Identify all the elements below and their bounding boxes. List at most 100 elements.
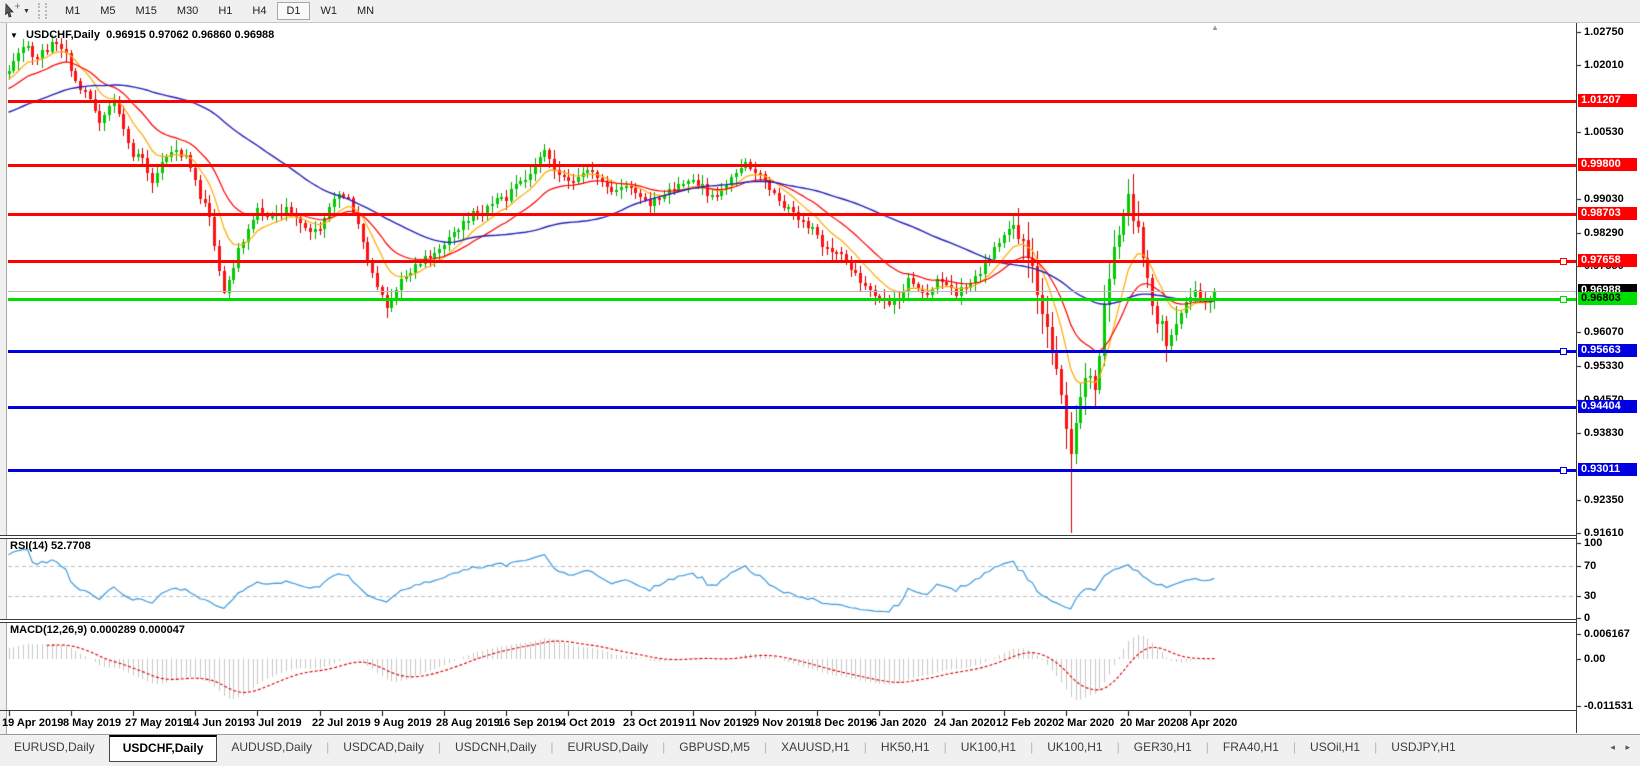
date-tick-label: 9 Aug 2019 [374, 717, 432, 729]
tab-uk100-h1[interactable]: UK100,H1 [1033, 735, 1116, 760]
timeframe-h4[interactable]: H4 [243, 2, 275, 20]
tab-usdcnh-daily[interactable]: USDCNH,Daily [441, 735, 550, 760]
resistance-line-1.01207[interactable] [8, 100, 1576, 103]
resistance-line-0.97658[interactable] [8, 258, 1576, 265]
timeframe-d1[interactable]: D1 [277, 2, 310, 20]
chart-canvas[interactable] [0, 0, 1640, 766]
date-tick-label: 4 Oct 2019 [560, 717, 616, 729]
date-tick-label: 24 Jan 2020 [934, 717, 996, 729]
price-badge-0.99800: 0.99800 [1578, 158, 1637, 171]
date-tick-label: 23 Oct 2019 [623, 717, 685, 729]
price-tick-label: 0.92350 [1584, 494, 1624, 506]
price-badge-0.93011: 0.93011 [1578, 463, 1637, 476]
date-tick-label: 22 Jul 2019 [312, 717, 371, 729]
date-tick-label: 2 Mar 2020 [1058, 717, 1115, 729]
date-tick-label: 29 Nov 2019 [747, 717, 811, 729]
rsi-tick-label: 30 [1584, 590, 1597, 602]
line-handle[interactable] [1560, 296, 1567, 303]
price-tick-label: 0.96070 [1584, 326, 1624, 338]
tab-scroll-right-icon[interactable]: ▸ [1625, 742, 1630, 752]
price-badge-0.96803: 0.96803 [1578, 292, 1637, 305]
price-axis-border [1576, 23, 1577, 733]
tab-eurusd-daily[interactable]: EURUSD,Daily [0, 735, 109, 760]
price-tick-label: 1.02010 [1584, 59, 1624, 71]
chart-title-arrow-icon[interactable]: ▼ [10, 31, 18, 40]
tab-audusd-daily[interactable]: AUDUSD,Daily [217, 735, 326, 760]
line-handle[interactable] [1560, 348, 1567, 355]
macd-main-value: 0.000289 [90, 624, 136, 636]
tab-usdchf-daily[interactable]: USDCHF,Daily [108, 735, 218, 762]
chart-shift-marker[interactable]: ▲ [1211, 23, 1219, 32]
chart-ohlc-values: 0.96915 0.97062 0.96860 0.96988 [106, 29, 275, 41]
date-tick-label: 14 Jun 2019 [187, 717, 250, 729]
date-tick-label: 8 Apr 2020 [1182, 717, 1238, 729]
highlight-line-0.96803[interactable] [8, 296, 1576, 303]
date-tick-label: 12 Feb 2020 [996, 717, 1059, 729]
tab-fra40-h1[interactable]: FRA40,H1 [1209, 735, 1293, 760]
tab-usoil-h1[interactable]: USOil,H1 [1296, 735, 1374, 760]
macd-tick-label: -0.011531 [1584, 700, 1633, 712]
macd-name: MACD(12,26,9) [10, 624, 88, 636]
tab-ger30-h1[interactable]: GER30,H1 [1120, 735, 1206, 760]
line-handle[interactable] [1560, 258, 1567, 265]
resistance-line-0.98703[interactable] [8, 213, 1576, 216]
date-tick-label: 27 May 2019 [125, 717, 190, 729]
date-tick-label: 20 Mar 2020 [1120, 717, 1183, 729]
current-price-line-0.96988[interactable] [8, 291, 1576, 292]
timeframe-m15[interactable]: M15 [127, 2, 166, 20]
chart-symbol-label: USDCHF,Daily [25, 29, 100, 41]
tab-scroll-arrows: ◂ ▸ [1606, 735, 1634, 753]
support-line-0.93011[interactable] [8, 467, 1576, 474]
timeframe-mn[interactable]: MN [348, 2, 383, 20]
date-tick-label: 28 Aug 2019 [436, 717, 500, 729]
terminal-window: ▼ M1 M5 M15 M30 H1 H4 D1 W1 MN ▼ USDCHF,Daily 0.… [0, 0, 1640, 766]
chart-title: ▼ USDCHF,Daily 0.96915 0.97062 0.96860 0… [10, 29, 274, 41]
price-badge-0.97658: 0.97658 [1578, 254, 1637, 267]
tab-usdcad-daily[interactable]: USDCAD,Daily [329, 735, 438, 760]
timeframe-h1[interactable]: H1 [209, 2, 241, 20]
window-left-edge [0, 22, 7, 734]
price-tick-label: 0.99030 [1584, 193, 1624, 205]
rsi-label: RSI(14) 52.7708 [10, 540, 91, 552]
tool-dropdown-icon[interactable]: ▼ [23, 8, 30, 15]
tab-scroll-left-icon[interactable]: ◂ [1610, 742, 1615, 752]
price-tick-label: 1.02750 [1584, 26, 1624, 38]
tab-hk50-h1[interactable]: HK50,H1 [867, 735, 944, 760]
timeframe-toolbar: ▼ M1 M5 M15 M30 H1 H4 D1 W1 MN [0, 0, 1640, 23]
crosshair-cursor-icon[interactable] [3, 3, 21, 19]
timeframe-buttons: M1 M5 M15 M30 H1 H4 D1 W1 MN [55, 2, 384, 20]
timeframe-m1[interactable]: M1 [56, 2, 89, 20]
timeframe-m5[interactable]: M5 [91, 2, 124, 20]
timeframe-m30[interactable]: M30 [168, 2, 207, 20]
support-line-0.95663[interactable] [8, 348, 1576, 355]
main-rsi-separator[interactable] [0, 535, 1576, 539]
tab-usdjpy-h1[interactable]: USDJPY,H1 [1377, 735, 1469, 760]
price-badge-0.94404: 0.94404 [1578, 400, 1637, 413]
macd-tick-label: 0.006167 [1584, 628, 1630, 640]
rsi-value: 52.7708 [50, 540, 91, 552]
toolbar-grip-handle[interactable] [37, 3, 47, 19]
date-tick-label: 16 Sep 2019 [498, 717, 561, 729]
line-handle[interactable] [1560, 467, 1567, 474]
price-tick-label: 1.00530 [1584, 126, 1624, 138]
date-tick-label: 8 May 2019 [63, 717, 122, 729]
price-tick-label: 0.93830 [1584, 427, 1624, 439]
rsi-macd-separator[interactable] [0, 619, 1576, 623]
tab-eurusd-daily[interactable]: EURUSD,Daily [553, 735, 662, 760]
tab-gbpusd-m5[interactable]: GBPUSD,M5 [665, 735, 764, 760]
price-badge-0.95663: 0.95663 [1578, 344, 1637, 357]
price-badge-0.98703: 0.98703 [1578, 207, 1637, 220]
date-tick-label: 19 Apr 2019 [2, 717, 64, 729]
macd-tick-label: 0.00 [1584, 653, 1606, 665]
support-line-0.94404[interactable] [8, 406, 1576, 409]
rsi-tick-label: 0 [1584, 612, 1591, 624]
tab-uk100-h1[interactable]: UK100,H1 [947, 735, 1030, 760]
tab-xauusd-h1[interactable]: XAUUSD,H1 [767, 735, 864, 760]
date-tick-label: 3 Jul 2019 [249, 717, 302, 729]
macd-bottom-border [0, 710, 1576, 711]
rsi-name: RSI(14) [10, 540, 48, 552]
resistance-line-0.998[interactable] [8, 164, 1576, 167]
price-tick-label: 0.98290 [1584, 227, 1624, 239]
tab-items: EURUSD,Daily USDCHF,Daily AUDUSD,Daily | USD… [0, 735, 1470, 762]
timeframe-w1[interactable]: W1 [312, 2, 347, 20]
